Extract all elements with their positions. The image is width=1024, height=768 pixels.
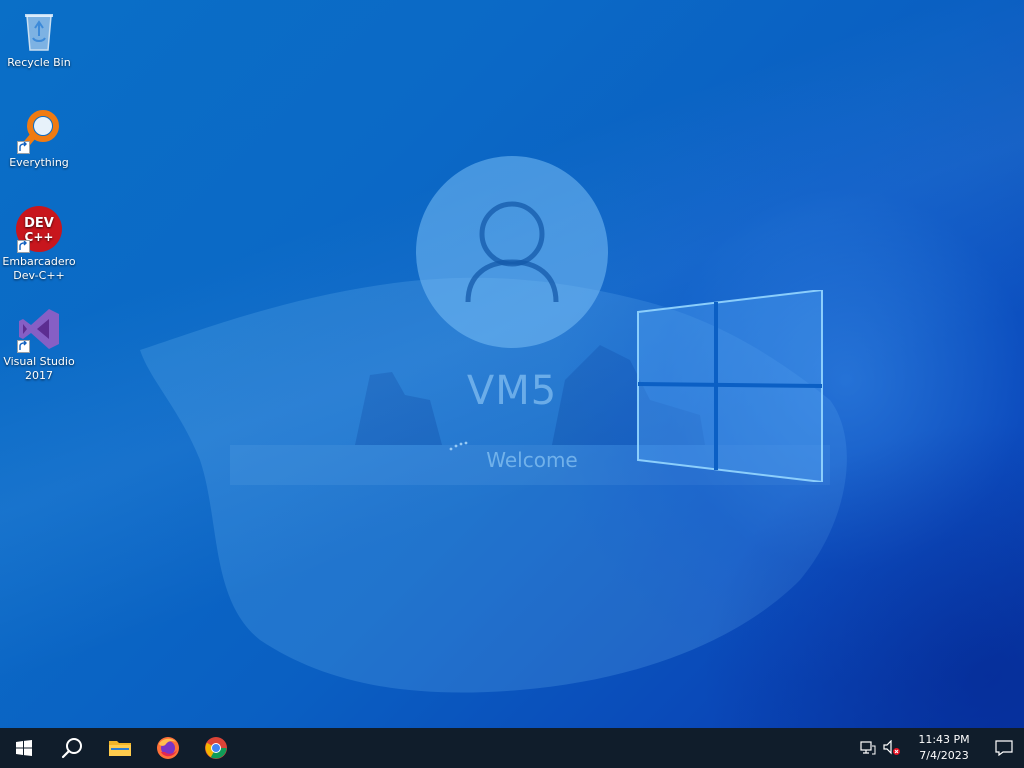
desktop-icon-recycle-bin[interactable]: Recycle Bin bbox=[0, 6, 78, 70]
notification-icon bbox=[995, 740, 1013, 756]
volume-button[interactable] bbox=[880, 728, 904, 768]
shortcut-arrow-icon bbox=[17, 240, 30, 253]
windows-start-icon bbox=[16, 740, 32, 756]
taskbar: 11:43 PM 7/4/2023 bbox=[0, 728, 1024, 768]
system-tray: 11:43 PM 7/4/2023 bbox=[856, 728, 1024, 768]
user-name: VM5 bbox=[466, 368, 558, 414]
shortcut-arrow-icon bbox=[17, 340, 30, 353]
search-icon bbox=[61, 738, 82, 759]
welcome-message: Welcome bbox=[486, 448, 578, 472]
desktop-icon-dev-cpp[interactable]: DEV C++ Embarcadero Dev-C++ bbox=[0, 205, 78, 283]
dev-cpp-badge-line1: DEV bbox=[24, 216, 54, 231]
folder-icon bbox=[109, 741, 131, 756]
network-icon bbox=[860, 741, 876, 755]
desktop-icon-visual-studio[interactable]: Visual Studio 2017 bbox=[0, 305, 78, 383]
windows-logo-wallpaper bbox=[637, 290, 823, 482]
desktop: Recycle Bin Everything DEV C++ Embarcade… bbox=[0, 0, 1024, 768]
desktop-icon-label: Everything bbox=[9, 156, 69, 169]
everything-search-icon bbox=[15, 106, 63, 154]
chrome-icon bbox=[205, 737, 227, 759]
wallpaper-cave-silhouette bbox=[140, 277, 847, 693]
search-button[interactable] bbox=[48, 728, 96, 768]
shortcut-arrow-icon bbox=[17, 141, 30, 154]
network-button[interactable] bbox=[856, 728, 880, 768]
desktop-icon-label: Recycle Bin bbox=[7, 56, 71, 69]
chrome-button[interactable] bbox=[192, 728, 240, 768]
action-center-button[interactable] bbox=[984, 728, 1024, 768]
desktop-icon-everything[interactable]: Everything bbox=[0, 106, 78, 170]
user-silhouette-icon bbox=[465, 201, 559, 303]
recycle-bin-icon bbox=[15, 6, 63, 54]
clock-time: 11:43 PM bbox=[918, 733, 970, 746]
start-button[interactable] bbox=[0, 728, 48, 768]
file-explorer-button[interactable] bbox=[96, 728, 144, 768]
firefox-button[interactable] bbox=[144, 728, 192, 768]
desktop-icon-label: Embarcadero Dev-C++ bbox=[2, 255, 76, 282]
desktop-icon-label: Visual Studio 2017 bbox=[3, 355, 75, 382]
clock-date: 7/4/2023 bbox=[919, 749, 969, 762]
dev-cpp-icon: DEV C++ bbox=[15, 205, 63, 253]
user-avatar bbox=[416, 156, 608, 348]
firefox-icon bbox=[157, 737, 179, 759]
clock[interactable]: 11:43 PM 7/4/2023 bbox=[910, 728, 978, 768]
volume-muted-icon bbox=[883, 740, 900, 755]
visual-studio-icon bbox=[15, 305, 63, 353]
